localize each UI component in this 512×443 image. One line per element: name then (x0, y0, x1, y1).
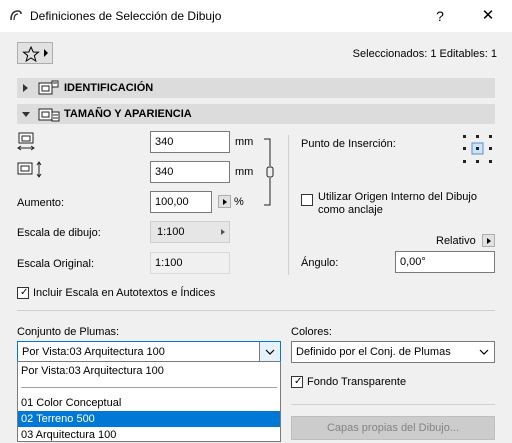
magnification-input[interactable]: 100,00 (150, 191, 212, 213)
pen-set-option[interactable]: 03 Arquitectura 100 (18, 427, 280, 443)
use-origin-checkbox[interactable] (301, 194, 313, 206)
link-proportions-icon[interactable] (262, 138, 276, 206)
pen-set-option-highlighted[interactable]: 02 Terreno 500 (18, 411, 280, 427)
drawing-scale-label: Escala de dibujo: (17, 227, 101, 239)
relative-label: Relativo (436, 235, 476, 247)
angle-input[interactable]: 0,00° (395, 251, 495, 273)
checkmark-icon: ✓ (294, 376, 303, 387)
section-identification-title: IDENTIFICACIÓN (64, 82, 154, 94)
chevron-down-icon (259, 342, 280, 362)
pen-set-value: Por Vista:03 Arquitectura 100 (22, 346, 165, 358)
arrow-right-icon (487, 238, 491, 244)
selection-info: Seleccionados: 1 Editables: 1 (352, 48, 497, 60)
archicad-app-icon (10, 10, 22, 21)
window-title: Definiciones de Selección de Dibujo (30, 9, 222, 23)
colors-value: Definido por el Conj. de Plumas (296, 346, 451, 358)
relative-menu-button[interactable] (482, 234, 495, 247)
divider (17, 310, 495, 311)
drawing-scale-value: 1:100 (157, 226, 185, 238)
include-scale-label: Incluir Escala en Autotextos e Índices (33, 287, 216, 299)
divider (291, 404, 495, 405)
title-bar: Definiciones de Selección de Dibujo ? ✕ (0, 0, 512, 32)
arrow-right-icon (221, 229, 225, 235)
section-identification-header[interactable]: IDENTIFICACIÓN (17, 78, 495, 98)
height-input[interactable]: 340 (150, 161, 230, 183)
collapse-arrow-icon (22, 112, 30, 117)
magnification-label: Aumento: (17, 197, 65, 209)
chevron-down-icon (479, 349, 489, 355)
drawing-id-icon (38, 80, 59, 95)
pen-set-dropdown-list: Por Vista:03 Arquitectura 100 01 Color C… (17, 361, 281, 442)
favorites-arrow-icon (44, 49, 48, 57)
use-origin-label: Utilizar Origen Interno del Dibujo como … (318, 191, 477, 216)
arrow-right-icon (223, 199, 227, 205)
colors-select[interactable]: Definido por el Conj. de Plumas (291, 341, 495, 363)
height-unit: mm (235, 166, 254, 178)
transparent-background-checkbox[interactable]: ✓ (291, 376, 303, 388)
anchor-point-icon[interactable] (462, 134, 494, 164)
help-button[interactable]: ? (430, 6, 450, 26)
drawing-layers-button[interactable]: Capas propias del Dibujo... (291, 416, 495, 440)
drawing-width-icon (17, 132, 35, 151)
close-button[interactable]: ✕ (478, 6, 498, 26)
original-scale-value: 1:100 (150, 252, 230, 274)
insertion-point-label: Punto de Inserción: (301, 138, 396, 150)
angle-label: Ángulo: (301, 257, 339, 269)
section-size-appearance-title: TAMAÑO Y APARIENCIA (64, 108, 192, 120)
favorites-button[interactable] (17, 42, 53, 64)
transparent-background-label: Fondo Transparente (307, 376, 407, 388)
drawing-appearance-icon (38, 108, 60, 122)
magnification-menu-button[interactable] (218, 195, 231, 208)
expand-arrow-icon (23, 84, 28, 92)
checkmark-icon: ✓ (20, 287, 29, 298)
width-input[interactable]: 340 (150, 131, 230, 153)
column-divider (288, 135, 289, 275)
width-unit: mm (235, 136, 254, 148)
original-scale-label: Escala Original: (17, 258, 95, 270)
star-icon (22, 46, 40, 62)
pen-set-option[interactable]: Por Vista:03 Arquitectura 100 (18, 363, 280, 379)
drawing-height-icon (17, 161, 42, 178)
include-scale-checkbox[interactable]: ✓ (17, 287, 29, 299)
magnification-unit: % (234, 196, 244, 208)
pen-set-label: Conjunto de Plumas: (17, 326, 120, 338)
pen-set-option[interactable]: 01 Color Conceptual (18, 395, 280, 411)
dropdown-separator (21, 387, 277, 388)
colors-label: Colores: (291, 326, 332, 338)
drawing-scale-select[interactable]: 1:100 (150, 221, 230, 243)
section-size-appearance-header[interactable]: TAMAÑO Y APARIENCIA (17, 104, 495, 124)
pen-set-select[interactable]: Por Vista:03 Arquitectura 100 (17, 341, 281, 363)
